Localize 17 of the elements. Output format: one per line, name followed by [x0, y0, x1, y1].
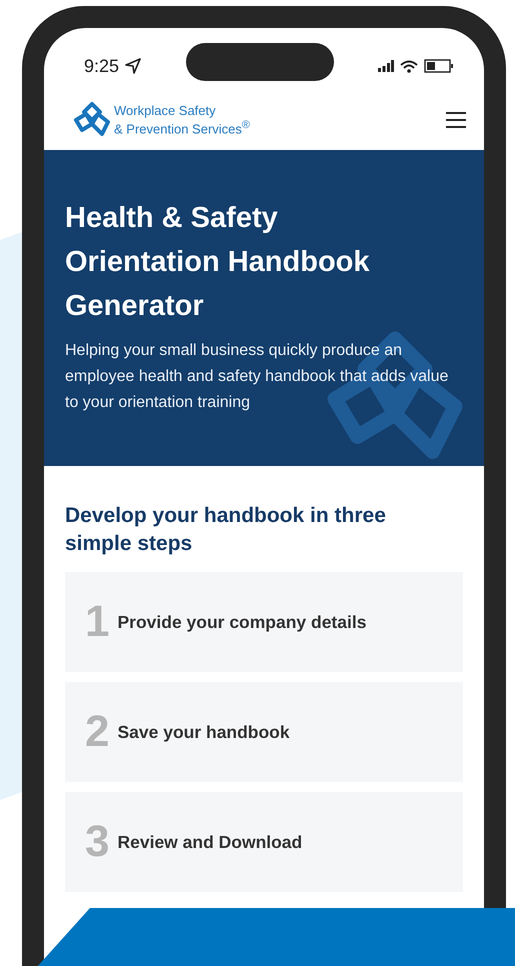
- step-number: 2: [85, 707, 110, 757]
- signal-icon: [378, 60, 394, 72]
- step-number: 3: [85, 817, 110, 867]
- battery-icon: [424, 59, 454, 73]
- logo-text: Workplace Safety: [114, 103, 217, 118]
- hero-title: Health & Safety Orientation Handbook Generator: [65, 201, 370, 324]
- step-label: Save your handbook: [117, 722, 290, 742]
- logo-text: & Prevention Services$^{®}$: [114, 118, 250, 137]
- step-label: Review and Download: [117, 832, 302, 852]
- wifi-icon: [400, 60, 418, 72]
- section-heading: Develop your handbook in three simple steps: [65, 503, 387, 557]
- menu-button[interactable]: [446, 112, 466, 128]
- hero-subtitle: Helping your small business quickly produce an employee health and safety handbook that adds value to your orientation training: [65, 341, 450, 413]
- step-number: 1: [85, 597, 110, 647]
- location-icon: [125, 58, 142, 74]
- status-time: 9:25: [84, 56, 142, 76]
- step-label: Provide your company details: [117, 612, 366, 632]
